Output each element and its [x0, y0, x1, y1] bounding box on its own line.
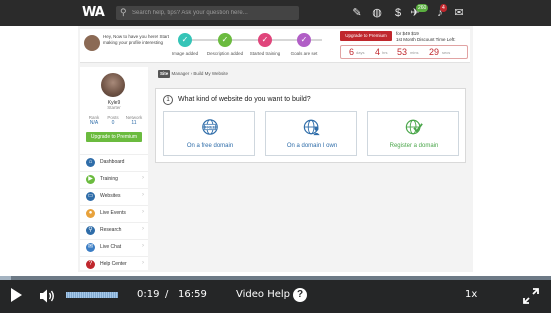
chevron-right-icon: › [142, 226, 144, 232]
svg-text:FREE: FREE [205, 125, 216, 130]
sidebar-item-label: Live Events [100, 210, 126, 216]
option-label: Register a domain [389, 143, 439, 149]
step-check-icon: ✓ [258, 33, 272, 47]
sidebar-item-live-chat[interactable]: ✉ Live Chat › [80, 239, 148, 255]
mail-icon[interactable]: ✉ [452, 6, 466, 20]
website-type-card: 1 What kind of website do you want to bu… [155, 88, 466, 163]
avatar [84, 35, 100, 51]
sidebar-item-training[interactable]: ▶ Training › [80, 171, 148, 187]
price-subline: 1st Month Discount Time Left: [396, 37, 456, 42]
user-globe-icon [303, 119, 320, 136]
sidebar-item-label: Live Chat [100, 244, 122, 250]
step-label: Image added [171, 51, 199, 56]
sidebar-item-label: Training [100, 176, 118, 182]
search-box[interactable]: ⚲ [116, 6, 299, 20]
volume-icon[interactable] [38, 287, 56, 305]
bell-badge: 4 [440, 4, 447, 12]
step-label: Description added [206, 51, 244, 56]
stat-value: 0 [111, 120, 115, 126]
breadcrumb-item: Build My Website [193, 71, 229, 76]
chevron-right-icon: › [142, 243, 144, 249]
live-events-icon: ● [86, 209, 95, 218]
play-icon[interactable] [11, 288, 22, 302]
current-time: 0:19 [137, 289, 160, 300]
question-number: 1 [163, 95, 173, 105]
step-check-icon: ✓ [178, 33, 192, 47]
profile-rank-title: Starter [107, 105, 121, 110]
option-domain-i-own[interactable]: On a domain I own [265, 111, 357, 156]
step-check-icon: ✓ [218, 33, 232, 47]
check-globe-icon [405, 119, 423, 135]
countdown-minutes-unit: mins [410, 50, 419, 55]
option-register-domain[interactable]: Register a domain [367, 111, 459, 156]
chevron-right-icon: › [142, 192, 144, 198]
sidebar-item-help-center[interactable]: ? Help Center › [80, 256, 148, 270]
training-icon: ▶ [86, 175, 95, 184]
sidebar-item-websites[interactable]: ▭ Websites › [80, 188, 148, 204]
countdown-timer: 6 days 4 hrs 53 mins 29 secs [340, 45, 468, 59]
countdown-days-unit: days [356, 50, 365, 55]
page-footer-strip [0, 313, 551, 325]
step-check-icon: ✓ [297, 33, 311, 47]
breadcrumb-separator: › [190, 71, 193, 76]
sidebar-upgrade-button[interactable]: Upgrade to Premium [86, 132, 142, 142]
sidebar-item-dashboard[interactable]: ⌂ Dashboard [80, 154, 148, 170]
airplane-badge: 260 [416, 4, 429, 12]
stat-value: 11 [131, 120, 137, 126]
countdown-seconds: 29 [429, 47, 440, 57]
wealthy-affiliate-logo[interactable]: WA [82, 5, 108, 21]
fullscreen-icon[interactable] [522, 287, 540, 305]
help-center-icon: ? [86, 260, 95, 269]
stat-value: N/A [89, 120, 99, 126]
chevron-right-icon: › [142, 175, 144, 181]
countdown-minutes: 53 [397, 47, 408, 57]
left-sidebar: Kyle9 Starter Rank N/A Posts 0 Network 1… [80, 67, 148, 270]
free-globe-icon: FREE [202, 119, 218, 135]
question-text: What kind of website do you want to buil… [178, 96, 311, 103]
globe-icon[interactable]: ◍ [370, 6, 384, 20]
search-input[interactable] [132, 7, 292, 19]
sidebar-item-research[interactable]: ⚲ Research › [80, 222, 148, 238]
screen: WA ⚲ ✎ ◍ $ ✈ 260 ♪ 4 ✉ Hey, Now to have … [0, 0, 551, 325]
video-help-label[interactable]: Video Help [236, 289, 290, 300]
sidebar-item-label: Help Center [100, 261, 127, 267]
chevron-right-icon: › [142, 260, 144, 266]
research-icon: ⚲ [86, 226, 95, 235]
countdown-hours: 4 [375, 47, 381, 57]
chevron-right-icon: › [142, 209, 144, 215]
price-info: for $49 $19 1st Month Discount Time Left… [396, 31, 468, 43]
live-chat-icon: ✉ [86, 243, 95, 252]
sidebar-item-label: Websites [100, 193, 121, 199]
breadcrumb-item[interactable]: Manager [172, 71, 190, 76]
countdown-hours-unit: hrs [382, 50, 388, 55]
banner-message: Hey, Now to have you here! Start making … [103, 34, 169, 45]
breadcrumb-badge[interactable]: Site [158, 70, 171, 78]
sidebar-item-live-events[interactable]: ● Live Events › [80, 205, 148, 221]
breadcrumb: Site Manager › Build My Website [158, 70, 228, 78]
countdown-days: 6 [349, 47, 355, 57]
option-free-domain[interactable]: FREE On a free domain [163, 111, 255, 156]
volume-slider[interactable] [66, 292, 118, 298]
step-label: Started training [249, 51, 281, 56]
banner-upgrade-button[interactable]: Upgrade to Premium [340, 31, 392, 41]
step-label: Goals are set [290, 51, 318, 56]
time-separator: / [165, 289, 169, 300]
countdown-seconds-unit: secs [442, 50, 451, 55]
sidebar-item-label: Research [100, 227, 122, 233]
onboarding-banner: Hey, Now to have you here! Start making … [80, 29, 470, 63]
video-controls: 0:19 / 16:59 Video Help ? 1x [0, 280, 551, 313]
option-label: On a domain I own [286, 143, 338, 149]
top-nav-bar: WA ⚲ ✎ ◍ $ ✈ 260 ♪ 4 ✉ [0, 0, 551, 26]
home-icon: ⌂ [86, 158, 95, 167]
duration: 16:59 [178, 289, 207, 300]
pencil-icon[interactable]: ✎ [350, 6, 364, 20]
search-icon: ⚲ [120, 7, 127, 17]
profile-avatar[interactable] [101, 73, 125, 97]
websites-icon: ▭ [86, 192, 95, 201]
dollar-icon[interactable]: $ [391, 6, 405, 20]
playback-speed[interactable]: 1x [465, 289, 477, 300]
sidebar-item-label: Dashboard [100, 159, 125, 165]
option-label: On a free domain [186, 143, 234, 149]
question-circle-icon[interactable]: ? [293, 288, 307, 302]
